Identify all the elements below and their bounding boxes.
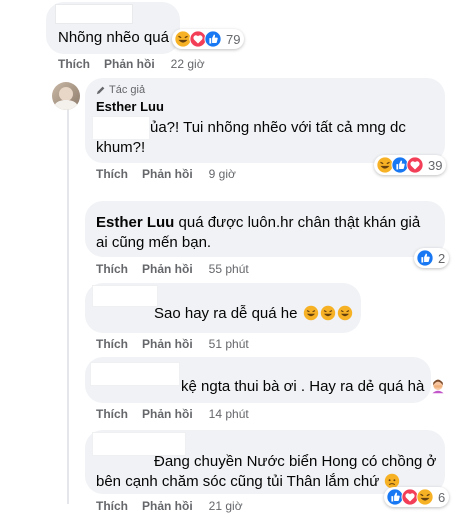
- reaction-count: 39: [428, 157, 443, 173]
- mentioned-name[interactable]: Esther Luu: [96, 214, 174, 231]
- laughing-emoji-icon: [337, 305, 352, 321]
- like-action[interactable]: Thích: [96, 337, 128, 351]
- reaction-count: 79: [226, 31, 241, 47]
- timestamp[interactable]: 14 phút: [209, 407, 249, 421]
- pencil-icon: [96, 86, 105, 95]
- comment-text: ủa?! Tui nhõng nhẽo với tất cả mng dc kh…: [96, 119, 406, 156]
- timestamp[interactable]: 51 phút: [209, 337, 249, 351]
- comment-text: Đang chuyền Nước biển Hong có chồng ở bê…: [96, 452, 441, 492]
- reply-action[interactable]: Phản hồi: [104, 57, 155, 71]
- author-badge: Tác giả: [96, 84, 145, 96]
- thread-line: [67, 104, 69, 504]
- redacted-name: [90, 362, 180, 386]
- like-action[interactable]: Thích: [96, 407, 128, 421]
- comment-text: Esther Luu quá được luôn.hr chân thật kh…: [96, 213, 436, 253]
- reaction-summary[interactable]: 39: [374, 155, 447, 175]
- timestamp[interactable]: 55 phút: [209, 262, 249, 276]
- reaction-count: 2: [438, 250, 446, 266]
- reaction-summary[interactable]: 79: [172, 29, 245, 49]
- reply-action[interactable]: Phản hồi: [142, 407, 193, 421]
- laughing-emoji-icon: [303, 305, 318, 321]
- reaction-summary[interactable]: 2: [414, 248, 450, 268]
- comment-text: Nhõng nhẽo quá: [58, 29, 169, 46]
- comment-body: Sao hay ra dễ quá he: [154, 305, 298, 322]
- comment-body: kệ ngta thui bà ơi . Hay ra dẻ quá hà: [181, 378, 425, 395]
- like-icon: [204, 30, 222, 48]
- reply-action[interactable]: Phản hồi: [142, 337, 193, 351]
- reaction-summary[interactable]: 6: [384, 487, 450, 507]
- timestamp[interactable]: 9 giờ: [209, 167, 236, 181]
- timestamp[interactable]: 21 giờ: [209, 499, 243, 513]
- haha-icon: [416, 488, 434, 506]
- comment-actions: Thích Phản hồi 9 giờ: [96, 167, 236, 181]
- comment-actions: Thích Phản hồi 14 phút: [96, 407, 249, 421]
- like-action[interactable]: Thích: [58, 57, 90, 71]
- facepalm-emoji-icon: [431, 379, 444, 394]
- comment-actions: Thích Phản hồi 22 giờ: [58, 57, 205, 71]
- comment-text: kệ ngta thui bà ơi . Hay ra dẻ quá hà: [181, 377, 446, 397]
- reply-action[interactable]: Phản hồi: [142, 167, 193, 181]
- comment-actions: Thích Phản hồi 55 phút: [96, 262, 249, 276]
- comment-text: Sao hay ra dễ quá he: [154, 304, 353, 324]
- comment-actions: Thích Phản hồi 51 phút: [96, 337, 249, 351]
- redacted-name: [55, 4, 133, 24]
- reply-action[interactable]: Phản hồi: [142, 499, 193, 513]
- avatar[interactable]: [52, 82, 80, 110]
- like-action[interactable]: Thích: [96, 499, 128, 513]
- laughing-emoji-icon: [320, 305, 335, 321]
- reply-action[interactable]: Phản hồi: [142, 262, 193, 276]
- author-name[interactable]: Esther Luu: [96, 99, 164, 114]
- like-icon: [416, 249, 434, 267]
- reaction-count: 6: [438, 489, 446, 505]
- comment-actions: Thích Phản hồi 21 giờ: [96, 499, 243, 513]
- like-action[interactable]: Thích: [96, 262, 128, 276]
- love-icon: [406, 156, 424, 174]
- redacted-name: [92, 285, 158, 307]
- like-action[interactable]: Thích: [96, 167, 128, 181]
- timestamp[interactable]: 22 giờ: [171, 57, 205, 71]
